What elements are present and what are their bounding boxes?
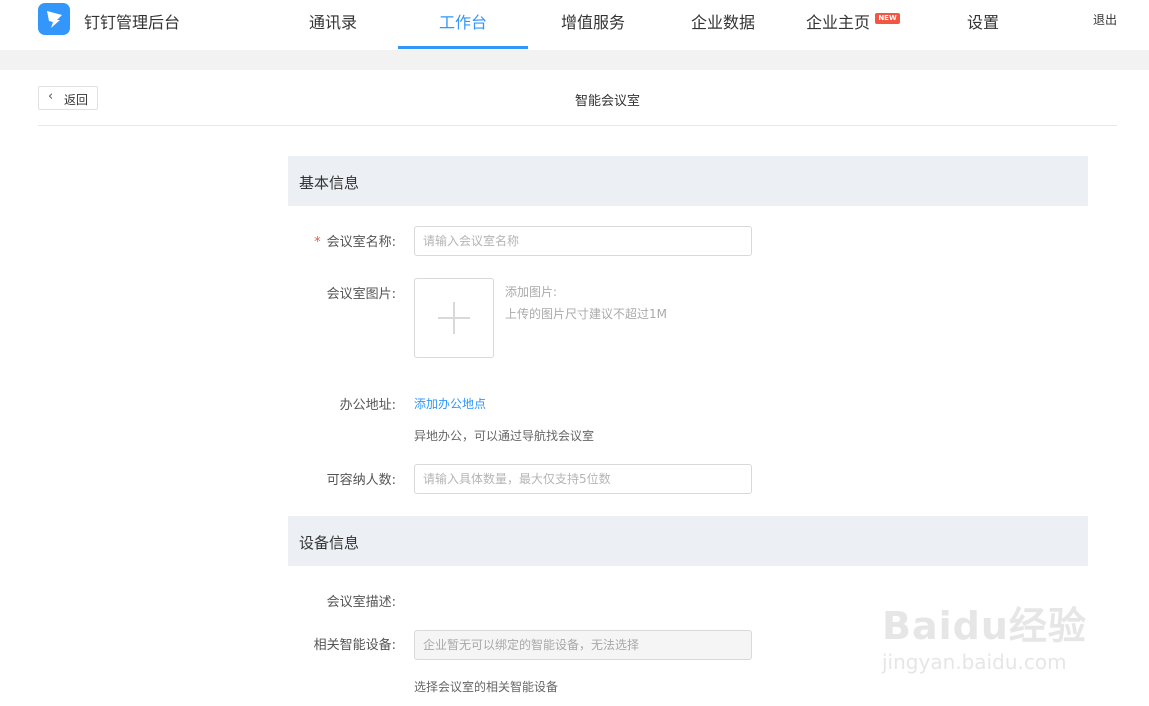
watermark-url: jingyan.baidu.com [882,650,1067,674]
section-basic-info-header: 基本信息 [288,156,1088,206]
top-navigation-bar: 钉钉管理后台 通讯录 工作台 增值服务 企业数据 企业主页 NEW 设置 退出 [0,0,1149,50]
section-device-info-title: 设备信息 [299,534,360,552]
subheader-divider [38,125,1117,126]
page-title: 智能会议室 [574,94,640,109]
watermark-brand: Baidu经验 [882,604,1087,648]
nav-tab-enterprise-data[interactable]: 企业数据 [691,9,755,33]
office-address-hint: 异地办公，可以通过导航找会议室 [414,429,595,443]
section-basic-info-title: 基本信息 [299,174,360,192]
required-mark: * [314,235,321,250]
meeting-room-description-label: 会议室描述: [326,595,396,610]
nav-tab-value-added-services[interactable]: 增值服务 [561,9,625,33]
smart-device-label: 相关智能设备: [313,638,396,653]
smart-device-select [414,630,752,660]
image-hint-description: 上传的图片尺寸建议不超过1M [505,307,667,321]
section-device-info-header: 设备信息 [288,516,1088,566]
smart-device-hint: 选择会议室的相关智能设备 [414,680,559,694]
meeting-room-name-label: * 会议室名称: [314,235,396,250]
nav-tab-contacts[interactable]: 通讯录 [309,9,357,33]
meeting-room-name-input[interactable] [414,226,752,256]
nav-tab-settings[interactable]: 设置 [967,9,999,33]
capacity-input[interactable] [414,464,752,494]
nav-tab-enterprise-homepage[interactable]: 企业主页 [806,9,870,33]
image-upload-button[interactable] [414,278,494,358]
baidu-watermark: Baidu经验 jingyan.baidu.com [882,595,1092,685]
active-tab-indicator [398,46,528,49]
capacity-label: 可容纳人数: [326,473,396,488]
meeting-room-image-label: 会议室图片: [326,287,396,302]
app-title: 钉钉管理后台 [84,13,181,32]
logout-link[interactable]: 退出 [1093,11,1117,28]
nav-tab-workbench[interactable]: 工作台 [439,9,487,33]
image-hint-title: 添加图片: [505,285,558,299]
office-address-label: 办公地址: [339,398,396,413]
dingtalk-logo-icon[interactable] [38,3,70,35]
header-separator-band [0,50,1149,70]
new-badge: NEW [875,13,900,24]
add-office-location-link[interactable]: 添加办公地点 [414,395,486,412]
